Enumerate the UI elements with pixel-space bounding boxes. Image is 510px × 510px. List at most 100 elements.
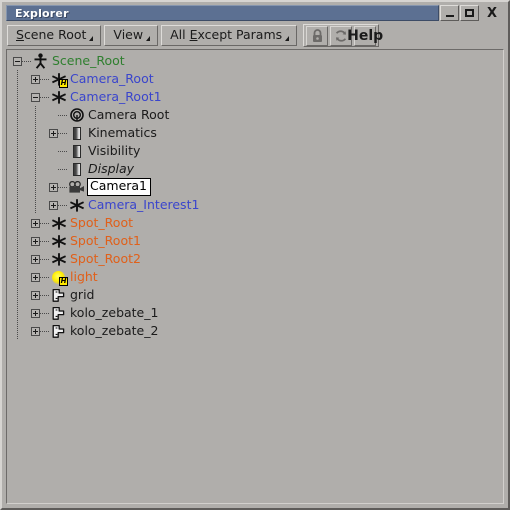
tree-row[interactable]: Spot_Root2: [7, 250, 503, 268]
camera-icon: [69, 180, 84, 193]
null-icon: [51, 90, 66, 104]
toolbar: Scene Root View All Except Params Help: [4, 23, 506, 48]
tree-row[interactable]: Visibility: [7, 142, 503, 160]
tree-connector: [40, 222, 49, 224]
tree-row[interactable]: Camera Root: [7, 106, 503, 124]
tree-connector: [40, 276, 49, 278]
view-menu-button[interactable]: View: [104, 25, 159, 46]
tree-indent: [7, 124, 49, 142]
minimize-icon: [445, 15, 454, 17]
tree-row[interactable]: Spot_Root1: [7, 232, 503, 250]
tree-connector: [40, 330, 49, 332]
null-icon: [50, 233, 67, 250]
lock-button[interactable]: [306, 25, 329, 46]
filter-menu-label: All Except Params: [170, 27, 283, 43]
light-icon: H: [50, 269, 68, 286]
tree-indent: [7, 196, 49, 214]
null-icon: [51, 216, 66, 230]
tree-item-label: grid: [70, 286, 95, 302]
tree-expand-toggle[interactable]: [31, 272, 40, 282]
mesh-icon: [52, 306, 65, 320]
tree-connector: [40, 78, 49, 80]
tree-expand-toggle[interactable]: [31, 218, 40, 228]
tree-expand-toggle[interactable]: [31, 254, 40, 264]
title-strip[interactable]: Explorer: [6, 5, 439, 21]
tree-row[interactable]: Scene_Root: [7, 52, 503, 70]
title-bar: Explorer X: [4, 4, 506, 22]
view-menu-label: View: [113, 27, 144, 43]
help-icon: Help: [347, 27, 384, 44]
tree-expand-toggle[interactable]: [31, 74, 40, 84]
tree-item-label: Camera Root: [88, 106, 170, 122]
tree-connector: [40, 96, 49, 98]
tree-row[interactable]: Hlight: [7, 268, 503, 286]
tree-item-label: kolo_zebate_1: [70, 304, 159, 320]
tree-expand-toggle[interactable]: [49, 128, 58, 138]
null-root-icon: [34, 53, 47, 69]
null-icon: [50, 215, 67, 232]
tree-row[interactable]: kolo_zebate_2: [7, 322, 503, 340]
tree-item-label: kolo_zebate_2: [70, 322, 159, 338]
tree-guide-line: [17, 70, 18, 88]
tree-item-label: Visibility: [88, 142, 141, 158]
tree-row[interactable]: Camera_Interest1: [7, 196, 503, 214]
tree-row[interactable]: kolo_zebate_1: [7, 304, 503, 322]
null-icon: [50, 251, 67, 268]
tree-collapse-toggle[interactable]: [13, 56, 22, 66]
close-icon: X: [486, 5, 498, 21]
tree-guide-line: [17, 286, 18, 304]
filter-menu-button[interactable]: All Except Params: [161, 25, 298, 46]
window-title: Explorer: [15, 6, 69, 20]
tree-row[interactable]: Camera1: [7, 178, 503, 196]
tree-item-label: Spot_Root1: [70, 232, 141, 248]
gradient-icon: [68, 143, 85, 160]
chevron-down-icon: [285, 35, 290, 41]
help-button[interactable]: Help: [347, 25, 383, 46]
tree-connector: [40, 240, 49, 242]
tree-connector: [40, 294, 49, 296]
tree-item-label: Camera_Root1: [70, 88, 162, 104]
tree-connector: [58, 168, 67, 170]
tree-indent: [7, 178, 49, 196]
tree-row[interactable]: Display: [7, 160, 503, 178]
scene-tree-panel[interactable]: Scene_Root H Camera_Root Camera_Root1 Camera…: [6, 49, 504, 504]
null-icon: [68, 197, 85, 214]
gradient-icon: [72, 162, 81, 176]
tree-expand-toggle[interactable]: [49, 200, 58, 210]
tree-row[interactable]: Kinematics: [7, 124, 503, 142]
tree-guide-line: [17, 322, 18, 340]
tree-item-name-input[interactable]: Camera1: [87, 178, 152, 196]
null-icon: [50, 89, 67, 106]
tree-expand-toggle[interactable]: [31, 236, 40, 246]
scene-root-menu-label: Scene Root: [16, 27, 87, 43]
tree-row[interactable]: grid: [7, 286, 503, 304]
tree-collapse-toggle[interactable]: [31, 92, 40, 102]
tree-row[interactable]: Camera_Root1: [7, 88, 503, 106]
tree-guide-line: [17, 268, 18, 286]
tree-expand-toggle[interactable]: [31, 326, 40, 336]
tree-row[interactable]: H Camera_Root: [7, 70, 503, 88]
tree-expand-toggle[interactable]: [49, 182, 58, 192]
tree-indent: [7, 322, 31, 340]
tree-item-label: Display: [88, 160, 135, 176]
tree-expand-toggle[interactable]: [31, 308, 40, 318]
tree-expand-toggle[interactable]: [31, 290, 40, 300]
lock-icon: [312, 28, 322, 42]
mesh-icon: [50, 305, 67, 322]
tree-indent: [7, 268, 31, 286]
tree-row[interactable]: Spot_Root: [7, 214, 503, 232]
maximize-icon: [465, 9, 474, 17]
minimize-button[interactable]: [440, 5, 459, 21]
scene-root-menu-button[interactable]: Scene Root: [7, 25, 102, 46]
toolbar-icon-group: Help: [303, 24, 383, 47]
tree-guide-line: [17, 214, 18, 232]
maximize-button[interactable]: [460, 5, 479, 21]
mesh-icon: [50, 323, 67, 340]
null-root-icon: [32, 53, 49, 70]
tree-guide-line: [17, 304, 18, 322]
close-button[interactable]: X: [480, 5, 504, 21]
tree-indent: [7, 250, 31, 268]
tree-item-label: Camera_Root: [70, 70, 154, 86]
gradient-icon: [72, 126, 81, 140]
property-icon: [68, 107, 85, 124]
